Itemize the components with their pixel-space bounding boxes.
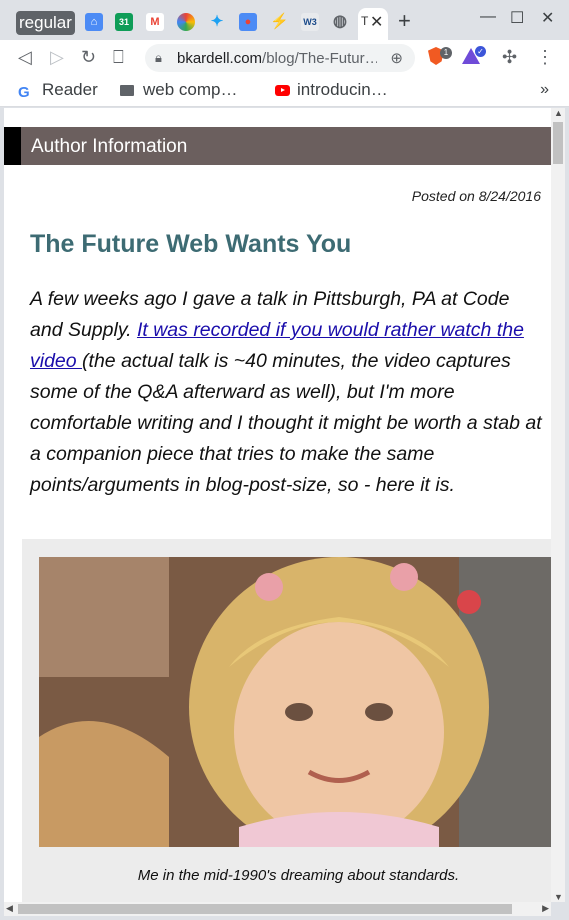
record-tab-icon[interactable]: ●	[239, 13, 257, 31]
intro-paragraph: A few weeks ago I gave a talk in Pittsbu…	[30, 284, 545, 501]
youtube-icon	[275, 85, 290, 96]
scroll-right-icon[interactable]: ▶	[542, 903, 549, 914]
bookmark-page-icon[interactable]: ⎕	[113, 47, 124, 67]
globe-tab-icon[interactable]: ◍	[331, 13, 349, 31]
maximize-icon[interactable]: ☐	[510, 8, 524, 28]
back-icon[interactable]: ◁	[18, 47, 32, 67]
gmail-tab-icon[interactable]: M	[146, 13, 164, 31]
slash-tab-icon[interactable]: ⚡	[270, 13, 289, 31]
close-tab-icon[interactable]: ✕	[370, 12, 383, 32]
scroll-down-icon[interactable]: ▼	[554, 892, 563, 902]
intro-text-after: (the actual talk is ~40 minutes, the vid…	[30, 350, 542, 496]
girl-photo	[39, 557, 551, 847]
brave-shields-count: 1	[440, 47, 452, 59]
page-title: The Future Web Wants You	[30, 230, 352, 258]
girl-illustration	[39, 557, 551, 847]
bookmark-introducing[interactable]: introducin…	[297, 80, 388, 100]
calendar-tab-icon[interactable]: 31	[115, 13, 133, 31]
vertical-scrollbar[interactable]: ▲ ▼	[551, 108, 565, 902]
author-information-bar[interactable]: Author Information	[4, 127, 551, 165]
tab-group-label[interactable]: regular	[16, 11, 75, 35]
w3c-tab-icon[interactable]: W3	[301, 13, 319, 31]
bookmark-reader[interactable]: Reader	[42, 80, 98, 100]
tab-strip: regular ⌂ 31 M ✦ ● ⚡ W3 ◍ T ✕ + — ☐ ✕	[0, 0, 569, 40]
new-tab-icon[interactable]: +	[398, 8, 411, 34]
rewards-check-icon: ✓	[475, 46, 486, 57]
author-information-label: Author Information	[31, 136, 188, 157]
toolbar: ◁ ▷ ↻ ⎕ 🔒︎ bkardell.com/blog/The-Futur… …	[0, 40, 569, 76]
extensions-icon[interactable]: ✣	[502, 47, 517, 67]
bookmarks-bar: G Reader web comp… introducin… »	[0, 76, 569, 107]
figure: Me in the mid-1990's dreaming about stan…	[22, 539, 551, 902]
horizontal-scrollbar[interactable]: ◀ ▶	[4, 902, 551, 916]
url-path: /blog/The-Futur…	[262, 50, 377, 67]
twitter-tab-icon[interactable]: ✦	[208, 13, 226, 31]
url-text[interactable]: bkardell.com/blog/The-Futur…	[177, 50, 377, 67]
minimize-icon[interactable]: —	[480, 8, 496, 26]
folder-icon	[120, 85, 134, 96]
horizontal-scroll-thumb[interactable]	[18, 904, 512, 914]
page-viewport: Author Information Posted on 8/24/2016 T…	[4, 108, 551, 902]
scroll-up-icon[interactable]: ▲	[554, 108, 563, 118]
home-tab-icon[interactable]: ⌂	[85, 13, 103, 31]
bookmark-web-comp[interactable]: web comp…	[143, 80, 237, 100]
zoom-icon[interactable]: ⊕	[390, 49, 403, 67]
vertical-scroll-thumb[interactable]	[553, 122, 563, 164]
window-close-icon[interactable]: ✕	[541, 8, 554, 28]
figure-caption: Me in the mid-1990's dreaming about stan…	[137, 867, 460, 884]
scroll-left-icon[interactable]: ◀	[6, 903, 13, 914]
reload-icon[interactable]: ↻	[81, 47, 96, 67]
active-tab-title: T	[361, 14, 369, 28]
menu-icon[interactable]: ⋮	[536, 47, 554, 67]
address-bar[interactable]: 🔒︎ bkardell.com/blog/The-Futur… ⊕	[145, 44, 415, 72]
photos-tab-icon[interactable]	[177, 13, 195, 31]
url-domain: bkardell.com	[177, 50, 263, 67]
active-tab[interactable]: T ✕	[358, 8, 388, 40]
posted-date: Posted on 8/24/2016	[411, 188, 541, 204]
google-icon: G	[18, 84, 30, 101]
forward-icon[interactable]: ▷	[50, 47, 64, 67]
bookmarks-overflow-icon[interactable]: »	[540, 81, 549, 99]
lock-icon[interactable]: 🔒︎	[155, 50, 162, 66]
